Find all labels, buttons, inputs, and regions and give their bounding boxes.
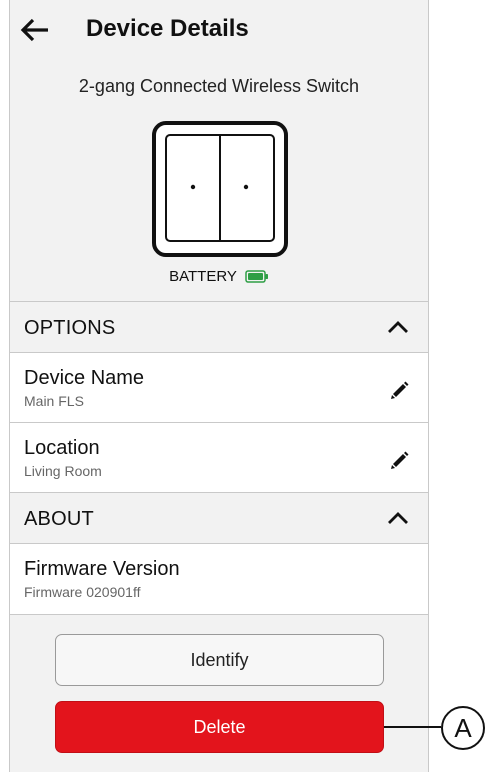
- page-title: Device Details: [86, 15, 249, 42]
- battery-full-icon: [245, 270, 268, 283]
- firmware-title: Firmware Version: [24, 558, 180, 580]
- options-label: OPTIONS: [24, 317, 116, 339]
- about-section-header[interactable]: ABOUT: [10, 492, 428, 543]
- header: Device Details: [10, 0, 428, 58]
- battery-label: BATTERY: [169, 268, 237, 285]
- device-name-title: Device Name: [24, 367, 145, 389]
- battery-status: BATTERY: [10, 268, 428, 285]
- wireless-switch-image: [152, 121, 288, 257]
- back-arrow-icon[interactable]: [20, 17, 50, 43]
- action-footer: Identify Delete: [10, 614, 428, 772]
- device-name-value: Main FLS: [24, 393, 84, 409]
- chevron-up-icon[interactable]: [387, 511, 409, 525]
- callout-marker: A: [441, 706, 485, 750]
- location-title: Location: [24, 437, 100, 459]
- chevron-up-icon[interactable]: [387, 320, 409, 334]
- firmware-value: Firmware 020901ff: [24, 584, 141, 600]
- pencil-icon[interactable]: [390, 380, 410, 400]
- identify-button[interactable]: Identify: [55, 634, 384, 686]
- device-model-name: 2-gang Connected Wireless Switch: [78, 76, 360, 96]
- firmware-version-row: Firmware Version Firmware 020901ff: [10, 543, 428, 614]
- callout-leader-line: [384, 726, 441, 728]
- pencil-icon[interactable]: [390, 450, 410, 470]
- location-row[interactable]: Location Living Room: [10, 422, 428, 492]
- options-section-header[interactable]: OPTIONS: [10, 301, 428, 352]
- device-name-row[interactable]: Device Name Main FLS: [10, 352, 428, 422]
- device-details-screen: Device Details 2-gang Connected Wireless…: [9, 0, 429, 772]
- location-value: Living Room: [24, 463, 102, 479]
- delete-button[interactable]: Delete: [55, 701, 384, 753]
- about-label: ABOUT: [24, 508, 94, 530]
